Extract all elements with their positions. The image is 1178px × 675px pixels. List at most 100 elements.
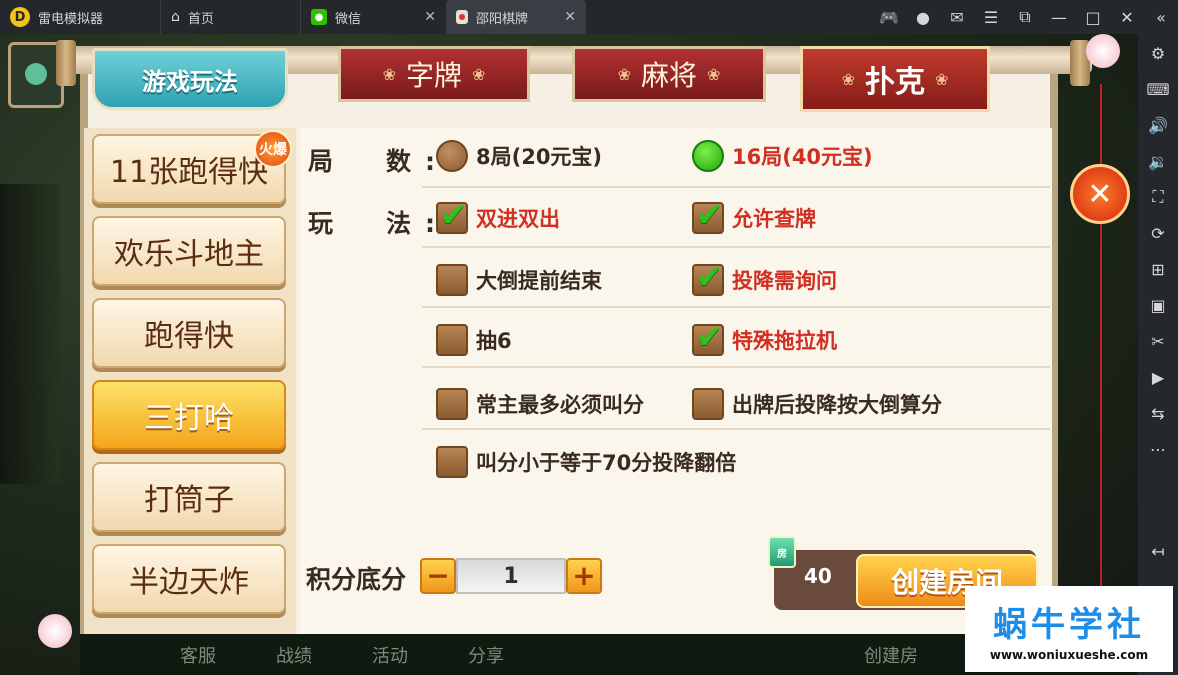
tab-wechat-close-icon[interactable]: ✕: [424, 9, 436, 25]
panel-close-button[interactable]: ✕: [1070, 164, 1130, 224]
game-icon: [456, 10, 468, 24]
rounds-option-label: 8局(20元宝): [476, 145, 603, 169]
rule-tuolaji[interactable]: ✔ 特殊拖拉机: [692, 318, 837, 356]
blossom-decoration: [38, 614, 72, 648]
volume-up-icon[interactable]: 🔊: [1147, 114, 1169, 136]
tab-wechat[interactable]: ● 微信 ✕: [300, 0, 446, 34]
scroll-cap-left: [56, 40, 76, 86]
game-item-label: 11张跑得快: [109, 155, 269, 190]
tab-zipai[interactable]: ❀ 字牌 ❀: [338, 46, 530, 102]
game-item-doudizhu[interactable]: 欢乐斗地主: [92, 216, 286, 286]
wechat-icon: ●: [311, 9, 327, 25]
game-item-11zhang[interactable]: 11张跑得快 火爆: [92, 130, 292, 204]
rule-jiaofen[interactable]: 叫分小于等于70分投降翻倍: [436, 446, 736, 478]
checkmark-icon: ✔: [696, 318, 723, 356]
close-icon[interactable]: ✕: [1110, 8, 1144, 27]
volume-down-icon[interactable]: 🔉: [1147, 150, 1169, 172]
keyboard-icon[interactable]: ⌨: [1146, 78, 1169, 100]
rotate-icon[interactable]: ⟳: [1147, 222, 1169, 244]
mail-icon[interactable]: ✉: [940, 8, 974, 27]
screenshot-icon[interactable]: ⛶: [1147, 186, 1169, 208]
user-icon[interactable]: ●: [906, 8, 940, 27]
back-icon[interactable]: ↤: [1147, 540, 1169, 562]
ornament-icon: ❀: [841, 69, 855, 89]
tab-game[interactable]: 邵阳棋牌 ✕: [446, 0, 586, 34]
checkbox: [436, 324, 468, 356]
blossom-decoration: [1086, 34, 1120, 68]
rule-chapai[interactable]: ✔ 允许查牌: [692, 196, 816, 234]
game-item-sandaha[interactable]: 三打哈: [92, 380, 286, 450]
rule-touxiang-dadao[interactable]: 出牌后投降按大倒算分: [692, 388, 942, 420]
rules-label: 玩 法:: [308, 209, 449, 238]
ornament-icon: ❀: [935, 69, 949, 89]
add-icon[interactable]: ⊞: [1147, 258, 1169, 280]
divider: [422, 186, 1050, 188]
game-item-datongzi[interactable]: 打筒子: [92, 462, 286, 532]
nav-fenxiang[interactable]: 分享: [468, 642, 504, 668]
game-item-label: 半边天炸: [129, 565, 249, 600]
lantern-string: [1100, 84, 1102, 604]
rule-label: 特殊拖拉机: [732, 329, 837, 353]
apk-icon[interactable]: ▣: [1147, 294, 1169, 316]
tab-zipai-label: 字牌: [405, 59, 462, 92]
game-item-label: 跑得快: [144, 319, 234, 354]
rule-label: 大倒提前结束: [476, 269, 602, 293]
tab-game-label: 邵阳棋牌: [476, 11, 529, 27]
collapse-icon[interactable]: «: [1144, 8, 1178, 27]
radio-unselected: [436, 140, 468, 172]
game-item-banbiantianzha[interactable]: 半边天炸: [92, 544, 286, 614]
gamepad-icon[interactable]: 🎮: [872, 8, 906, 27]
checkmark-icon: ✔: [440, 196, 467, 234]
score-stepper: − 1 +: [420, 558, 602, 594]
checkmark-icon: ✔: [696, 196, 723, 234]
nav-create[interactable]: 创建房: [864, 642, 918, 668]
restore-icon[interactable]: ⧉: [1008, 7, 1042, 27]
nav-zhanji[interactable]: 战绩: [276, 642, 312, 668]
tab-majiang[interactable]: ❀ 麻将 ❀: [572, 46, 766, 102]
tab-home[interactable]: ⌂ 首页: [160, 0, 300, 34]
ornament-icon: ❀: [707, 64, 721, 84]
nav-kefu[interactable]: 客服: [180, 642, 216, 668]
tab-game-close-icon[interactable]: ✕: [564, 9, 576, 25]
window-titlebar: D 雷电模拟器 ⌂ 首页 ● 微信 ✕ 邵阳棋牌 ✕ 🎮 ● ✉ ☰ ⧉ — □…: [0, 0, 1178, 34]
rule-changzhu[interactable]: 常主最多必须叫分: [436, 388, 644, 420]
game-item-paodekuai[interactable]: 跑得快: [92, 298, 286, 368]
tab-puke[interactable]: ❀ 扑克 ❀: [800, 46, 990, 112]
rounds-option-8[interactable]: 8局(20元宝): [436, 140, 602, 172]
rule-shuangjin[interactable]: ✔ 双进双出: [436, 196, 560, 234]
scissors-icon[interactable]: ✂: [1147, 330, 1169, 352]
more-icon[interactable]: ⋯: [1147, 438, 1169, 460]
room-card-icon: 房: [768, 536, 796, 568]
score-value: 1: [456, 558, 566, 594]
rule-xunwen[interactable]: ✔ 投降需询问: [692, 258, 837, 296]
checkbox: [436, 446, 468, 478]
rule-chou6[interactable]: 抽6: [436, 324, 512, 356]
checkbox: ✔: [436, 196, 468, 234]
nav-huodong[interactable]: 活动: [372, 642, 408, 668]
rule-label: 抽6: [476, 329, 512, 353]
game-item-label: 欢乐斗地主: [114, 237, 264, 272]
minus-button[interactable]: −: [420, 558, 456, 594]
rounds-option-16[interactable]: 16局(40元宝): [692, 140, 873, 172]
radio-selected: [692, 140, 724, 172]
plus-button[interactable]: +: [566, 558, 602, 594]
maximize-icon[interactable]: □: [1076, 8, 1110, 27]
checkbox: ✔: [692, 196, 724, 234]
ornament-icon: ❀: [382, 64, 396, 84]
checkbox: ✔: [692, 258, 724, 296]
tab-puke-label: 扑克: [865, 65, 925, 100]
home-icon: ⌂: [171, 9, 180, 25]
watermark-title: 蜗牛学社: [993, 604, 1145, 645]
settings-icon[interactable]: ⚙: [1147, 42, 1169, 64]
divider: [422, 306, 1050, 308]
app-brand: D 雷电模拟器: [0, 7, 160, 27]
emulator-side-toolbar: ⚙ ⌨ 🔊 🔉 ⛶ ⟳ ⊞ ▣ ✂ ▶ ⇆ ⋯ ↤: [1138, 34, 1178, 675]
sync-icon[interactable]: ⇆: [1147, 402, 1169, 424]
minimize-icon[interactable]: —: [1042, 8, 1076, 27]
checkbox: [436, 264, 468, 296]
rule-label: 常主最多必须叫分: [476, 393, 644, 417]
video-icon[interactable]: ▶: [1147, 366, 1169, 388]
watermark-url: www.woniuxueshe.com: [989, 647, 1149, 662]
menu-icon[interactable]: ☰: [974, 8, 1008, 27]
rule-dadao[interactable]: 大倒提前结束: [436, 264, 602, 296]
